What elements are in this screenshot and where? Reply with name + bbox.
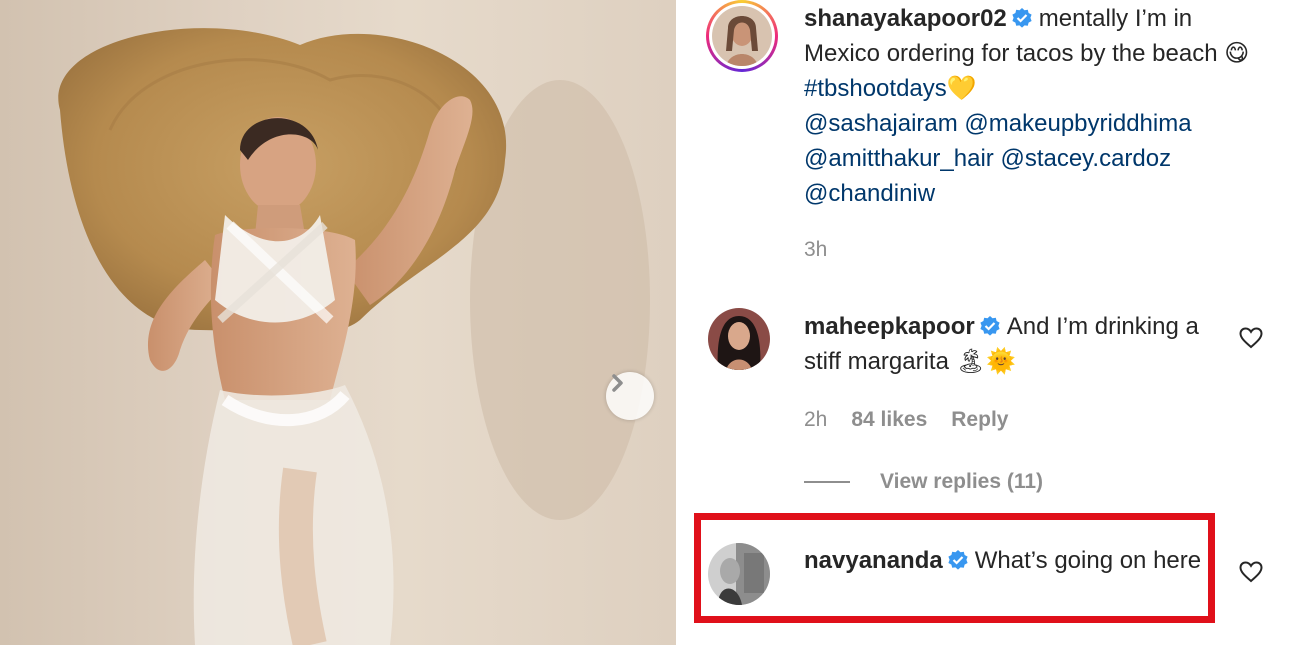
chevron-right-icon bbox=[612, 374, 623, 392]
divider bbox=[804, 481, 850, 483]
comment-text: What’s going on here bbox=[974, 547, 1202, 574]
post-photo bbox=[0, 0, 676, 645]
avatar[interactable] bbox=[708, 308, 770, 370]
like-heart-icon[interactable] bbox=[1239, 561, 1263, 583]
mention-link[interactable]: @sashajairam bbox=[804, 110, 958, 137]
comment: maheepkapoor And I’m drinking a stiff mar… bbox=[804, 309, 1224, 379]
comment-meta: 2h 84 likes Reply bbox=[804, 408, 1032, 432]
like-heart-icon[interactable] bbox=[1239, 327, 1263, 349]
mention-link[interactable]: @chandiniw bbox=[804, 180, 935, 207]
hashtag-link[interactable]: #tbshootdays bbox=[804, 75, 947, 102]
comment-time[interactable]: 2h bbox=[804, 408, 827, 431]
comment-username[interactable]: maheepkapoor bbox=[804, 313, 975, 340]
view-replies-button[interactable]: View replies (11) bbox=[804, 470, 1043, 494]
caption-time[interactable]: 3h bbox=[804, 238, 827, 261]
tongue-emoji: 😋 bbox=[1224, 40, 1250, 67]
mention-link[interactable]: @makeupbyriddhima bbox=[964, 110, 1191, 137]
caption-username[interactable]: shanayakapoor02 bbox=[804, 5, 1007, 32]
avatar[interactable] bbox=[712, 6, 772, 66]
verified-badge-icon bbox=[1012, 8, 1032, 28]
likes-count[interactable]: 84 likes bbox=[851, 408, 927, 431]
verified-badge-icon bbox=[980, 316, 1000, 336]
mention-link[interactable]: @stacey.cardoz bbox=[1000, 145, 1171, 172]
caption-meta: 3h bbox=[804, 238, 851, 262]
caption: shanayakapoor02 mentally I’m in Mexico or… bbox=[804, 1, 1254, 211]
story-ring[interactable] bbox=[706, 0, 778, 72]
avatar[interactable] bbox=[708, 543, 770, 605]
view-replies-label: View replies (11) bbox=[880, 470, 1044, 493]
comment-username[interactable]: navyananda bbox=[804, 547, 943, 574]
photo-illustration bbox=[58, 28, 650, 645]
next-photo-button[interactable] bbox=[606, 372, 654, 420]
comment: navyananda What’s going on here bbox=[804, 543, 1204, 578]
mention-link[interactable]: @amitthakur_hair bbox=[804, 145, 994, 172]
comments-panel: shanayakapoor02 mentally I’m in Mexico or… bbox=[676, 0, 1294, 645]
yellow-heart-emoji: 💛 bbox=[946, 75, 977, 102]
reply-button[interactable]: Reply bbox=[951, 408, 1008, 431]
island-sun-emoji: 🏝🌞 bbox=[955, 348, 1016, 375]
verified-badge-icon bbox=[948, 550, 968, 570]
